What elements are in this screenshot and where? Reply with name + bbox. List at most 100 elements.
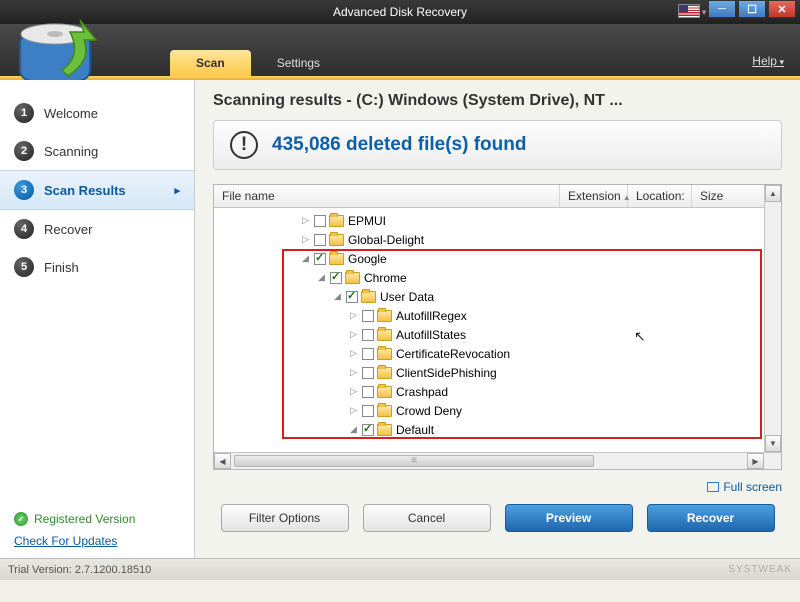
vertical-scrollbar[interactable]: ▲ ▼ <box>764 185 781 452</box>
step-finish[interactable]: 5 Finish <box>0 248 194 286</box>
col-location[interactable]: Location: <box>628 185 692 207</box>
step-scan-results[interactable]: 3 Scan Results <box>0 170 194 210</box>
sidebar: 1Welcome 2 Scanning 3 Scan Results 4Recover 5F… <box>0 80 195 558</box>
expander-icon[interactable]: ▷ <box>348 329 359 340</box>
row-label: ClientSidePhishing <box>396 366 497 380</box>
minimize-button[interactable]: ─ <box>708 0 736 18</box>
row-checkbox[interactable] <box>346 291 358 303</box>
fullscreen-link[interactable]: Full screen <box>707 480 782 494</box>
row-checkbox[interactable] <box>362 424 374 436</box>
expander-icon[interactable]: ◢ <box>300 253 311 264</box>
header: Scan Settings Help <box>0 24 800 76</box>
row-checkbox[interactable] <box>314 234 326 246</box>
flag-dropdown-icon[interactable]: ▼ <box>700 8 708 17</box>
tree-row[interactable]: ◢Google <box>214 249 781 268</box>
folder-icon <box>329 215 344 227</box>
expander-icon[interactable]: ▷ <box>300 234 311 245</box>
expander-icon[interactable]: ▷ <box>300 215 311 226</box>
maximize-button[interactable]: ☐ <box>738 0 766 18</box>
grid-body[interactable]: ▷EPMUI▷Global-Delight◢Google◢Chrome◢User… <box>214 208 781 469</box>
row-label: Default <box>396 423 434 437</box>
horizontal-scrollbar[interactable]: ◀ ▶ <box>214 452 781 469</box>
row-checkbox[interactable] <box>314 215 326 227</box>
row-checkbox[interactable] <box>362 367 374 379</box>
expander-icon[interactable]: ◢ <box>348 424 359 435</box>
row-checkbox[interactable] <box>362 405 374 417</box>
expander-icon[interactable]: ▷ <box>348 310 359 321</box>
content-pane: Scanning results - (C:) Windows (System … <box>195 80 800 558</box>
expander-icon[interactable]: ▷ <box>348 386 359 397</box>
folder-icon <box>329 253 344 265</box>
help-menu[interactable]: Help <box>752 54 784 68</box>
col-extension[interactable]: Extension▲ <box>560 185 628 207</box>
tree-row[interactable]: ▷ Crowd Deny <box>214 401 781 420</box>
row-checkbox[interactable] <box>362 310 374 322</box>
scroll-thumb[interactable] <box>234 455 594 467</box>
scroll-right-button[interactable]: ▶ <box>747 453 764 469</box>
row-checkbox[interactable] <box>362 386 374 398</box>
row-label: CertificateRevocation <box>396 347 510 361</box>
recover-button[interactable]: Recover <box>647 504 775 532</box>
folder-icon <box>377 405 392 417</box>
alert-icon: ! <box>230 131 258 159</box>
tree-row[interactable]: ▷AutofillStates <box>214 325 781 344</box>
title-bar: Advanced Disk Recovery ▼ ─ ☐ ✕ <box>0 0 800 24</box>
step-label: Finish <box>44 260 79 275</box>
tree-row[interactable]: ◢ Default <box>214 420 781 439</box>
results-banner: ! 435,086 deleted file(s) found <box>213 120 782 170</box>
expander-icon[interactable]: ◢ <box>332 291 343 302</box>
grid-header: File name Extension▲ Location: Size <box>214 185 781 208</box>
step-number-icon: 5 <box>14 257 34 277</box>
row-checkbox[interactable] <box>362 329 374 341</box>
row-label: Chrome <box>364 271 407 285</box>
tree-row[interactable]: ▷ EPMUI <box>214 211 781 230</box>
preview-button[interactable]: Preview <box>505 504 633 532</box>
step-recover[interactable]: 4Recover <box>0 210 194 248</box>
folder-icon <box>377 310 392 322</box>
folder-icon <box>377 348 392 360</box>
scroll-down-button[interactable]: ▼ <box>765 435 781 452</box>
step-label: Scan Results <box>44 183 126 198</box>
expander-icon[interactable]: ▷ <box>348 405 359 416</box>
tree-row[interactable]: ▷AutofillRegex <box>214 306 781 325</box>
scroll-left-button[interactable]: ◀ <box>214 453 231 469</box>
close-button[interactable]: ✕ <box>768 0 796 18</box>
filter-options-button[interactable]: Filter Options <box>221 504 349 532</box>
results-grid: File name Extension▲ Location: Size ▷ EPM… <box>213 184 782 470</box>
tree-row[interactable]: ▷ ClientSidePhishing <box>214 363 781 382</box>
row-checkbox[interactable] <box>330 272 342 284</box>
tab-settings[interactable]: Settings <box>251 50 346 76</box>
flag-icon[interactable] <box>678 4 700 18</box>
step-label: Recover <box>44 222 92 237</box>
expander-icon[interactable]: ▷ <box>348 348 359 359</box>
expander-icon[interactable]: ▷ <box>348 367 359 378</box>
step-welcome[interactable]: 1Welcome <box>0 94 194 132</box>
fullscreen-icon <box>707 482 719 492</box>
row-checkbox[interactable] <box>314 253 326 265</box>
folder-icon <box>361 291 376 303</box>
status-bar: Trial Version: 2.7.1200.18510 SYSTWEAK <box>0 558 800 580</box>
check-updates-link[interactable]: Check For Updates <box>14 534 135 548</box>
window-title: Advanced Disk Recovery <box>333 5 467 19</box>
col-filename[interactable]: File name <box>214 185 560 207</box>
scroll-up-button[interactable]: ▲ <box>765 185 781 202</box>
expander-icon[interactable]: ◢ <box>316 272 327 283</box>
tree-row[interactable]: ▷ Global-Delight <box>214 230 781 249</box>
registered-status: ✓ Registered Version <box>14 512 135 526</box>
row-checkbox[interactable] <box>362 348 374 360</box>
tree-row[interactable]: ▷ CertificateRevocation <box>214 344 781 363</box>
tab-scan[interactable]: Scan <box>170 50 251 76</box>
row-label: Crowd Deny <box>396 404 462 418</box>
tree-row[interactable]: ◢User Data <box>214 287 781 306</box>
folder-icon <box>345 272 360 284</box>
step-scanning[interactable]: 2 Scanning <box>0 132 194 170</box>
row-label: Global-Delight <box>348 233 424 247</box>
tree-row[interactable]: ▷Crashpad <box>214 382 781 401</box>
row-label: EPMUI <box>348 214 386 228</box>
tree-row[interactable]: ◢ Chrome <box>214 268 781 287</box>
step-number-icon: 3 <box>14 180 34 200</box>
cancel-button[interactable]: Cancel <box>363 504 491 532</box>
step-number-icon: 1 <box>14 103 34 123</box>
step-number-icon: 2 <box>14 141 34 161</box>
step-label: Scanning <box>44 144 98 159</box>
